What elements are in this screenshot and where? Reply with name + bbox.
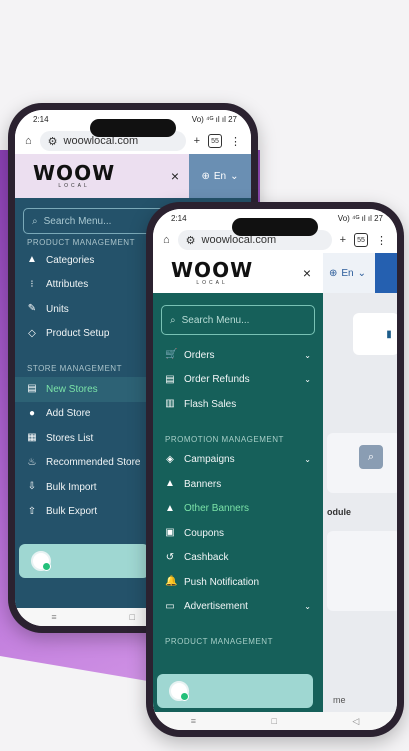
chevron-down-icon: ⌄ [230,170,239,182]
add-store-icon: ● [28,407,36,419]
sidebar-item-flash-sales[interactable]: ▥ Flash Sales [153,392,323,417]
sidebar-item-banners[interactable]: ▲ Banners [153,472,323,497]
language-label: En [341,267,354,279]
stores-list-icon: ▦ [27,432,37,444]
chevron-down-icon: ⌄ [304,455,311,465]
refund-icon: ▤ [165,373,175,385]
home-icon[interactable]: ⌂ [25,135,32,147]
status-time: 2:14 [171,213,187,223]
product-setup-icon: ◇ [28,327,36,339]
module-label: odule [327,507,351,517]
card-mid: ⌕ [327,433,397,493]
sidebar-item-cashback[interactable]: ↺ Cashback [153,546,323,571]
avatar [31,551,51,571]
cart-icon: 🛒 [165,349,178,361]
sidebar-menu: WOOW LOCAL × ⌕ Search Menu... 🛒 Orders ⌄ ▤… [153,253,323,712]
system-nav-bar: ≡ □ ◁ [153,712,397,730]
bulk-export-icon: ⇧ [27,505,37,517]
tab-count-button[interactable]: 55 [208,134,222,148]
globe-icon: ⊕ [201,170,210,182]
units-icon: ✎ [27,303,37,315]
sidebar-item-campaigns[interactable]: ◈ Campaigns ⌄ [153,448,323,473]
card-icon: ▮ [386,328,392,340]
section-promotion-management: PROMOTION MANAGEMENT [165,434,284,444]
status-icons: Vo) ⁴ᴳ ıl ıl 27 [337,213,383,223]
home-button-icon[interactable]: □ [129,612,134,622]
attributes-icon: ⁝ [30,278,34,290]
content-cards: ▮ ⌕ odule me [323,293,397,712]
new-tab-icon[interactable]: + [340,234,346,246]
card-top: ▮ [353,313,397,355]
recents-icon[interactable]: ≡ [191,716,196,726]
profile-card[interactable] [19,544,149,578]
new-tab-icon[interactable]: + [194,135,200,147]
tab-count-button[interactable]: 55 [354,233,368,247]
search-button[interactable]: ⌕ [359,445,383,469]
close-icon[interactable]: × [171,168,179,184]
new-stores-icon: ▤ [27,383,37,395]
sidebar-item-coupons[interactable]: ▣ Coupons [153,521,323,546]
logo: WOOW LOCAL [171,258,254,286]
avatar [169,681,189,701]
site-settings-icon[interactable]: ⚙ [186,234,196,247]
overflow-menu-icon[interactable]: ⋮ [230,135,241,148]
site-settings-icon[interactable]: ⚙ [48,135,58,148]
globe-icon: ⊕ [329,267,338,279]
advertisement-icon: ▭ [165,600,175,612]
other-banners-icon: ▲ [165,502,175,514]
coupons-icon: ▣ [165,527,175,539]
sidebar-item-push-notification[interactable]: 🔔 Push Notification [153,570,323,595]
language-selector[interactable]: ⊕ En ⌄ [189,154,251,198]
stage: 2:14 Vo) ⁴ᴳ ıl ıl 27 ⌂ ⚙ woowlocal.com +… [0,0,409,751]
camera-notch [232,218,318,236]
campaigns-icon: ◈ [166,453,174,465]
close-icon[interactable]: × [303,265,311,281]
header-accent [375,253,397,293]
bell-icon: 🔔 [165,576,178,588]
logo: WOOW LOCAL [33,161,116,189]
sidebar-item-advertisement[interactable]: ▭ Advertisement ⌄ [153,595,323,620]
search-input[interactable]: ⌕ Search Menu... [161,305,315,335]
categories-icon: ▲ [27,254,37,266]
recents-icon[interactable]: ≡ [51,612,56,622]
status-time: 2:14 [33,114,49,124]
sidebar-item-other-banners[interactable]: ▲ Other Banners [153,497,323,522]
home-button-icon[interactable]: □ [271,716,276,726]
flash-sales-icon: ▥ [165,398,175,410]
bulk-import-icon: ⇩ [27,481,37,493]
chevron-down-icon: ⌄ [304,602,311,612]
section-product-management: PRODUCT MANAGEMENT [165,637,273,646]
status-icons: Vo) ⁴ᴳ ıl ıl 27 [191,114,237,124]
camera-notch [90,119,176,137]
recommended-store-icon: ♨ [27,456,37,468]
home-icon[interactable]: ⌂ [163,234,170,246]
search-icon: ⌕ [32,215,38,227]
profile-card[interactable] [157,674,313,708]
front-phone: 2:14 Vo) ⁴ᴳ ıl ıl 27 ⌂ ⚙ woowlocal.com +… [146,202,404,737]
front-screen: 2:14 Vo) ⁴ᴳ ıl ıl 27 ⌂ ⚙ woowlocal.com +… [153,209,397,730]
banners-icon: ▲ [165,478,175,490]
card-lower [327,531,397,611]
overflow-menu-icon[interactable]: ⋮ [376,234,387,247]
back-icon[interactable]: ◁ [352,716,359,727]
home-label: me [333,695,346,705]
sidebar-header: WOOW LOCAL × [153,253,323,293]
chevron-down-icon: ⌄ [304,375,311,385]
cashback-icon: ↺ [165,551,175,563]
chevron-down-icon: ⌄ [304,350,311,360]
sidebar-item-orders[interactable]: 🛒 Orders ⌄ [153,343,323,368]
search-icon: ⌕ [170,314,176,326]
sidebar-item-order-refunds[interactable]: ▤ Order Refunds ⌄ [153,368,323,393]
language-label: En [213,170,227,182]
chevron-down-icon: ⌄ [357,267,367,279]
